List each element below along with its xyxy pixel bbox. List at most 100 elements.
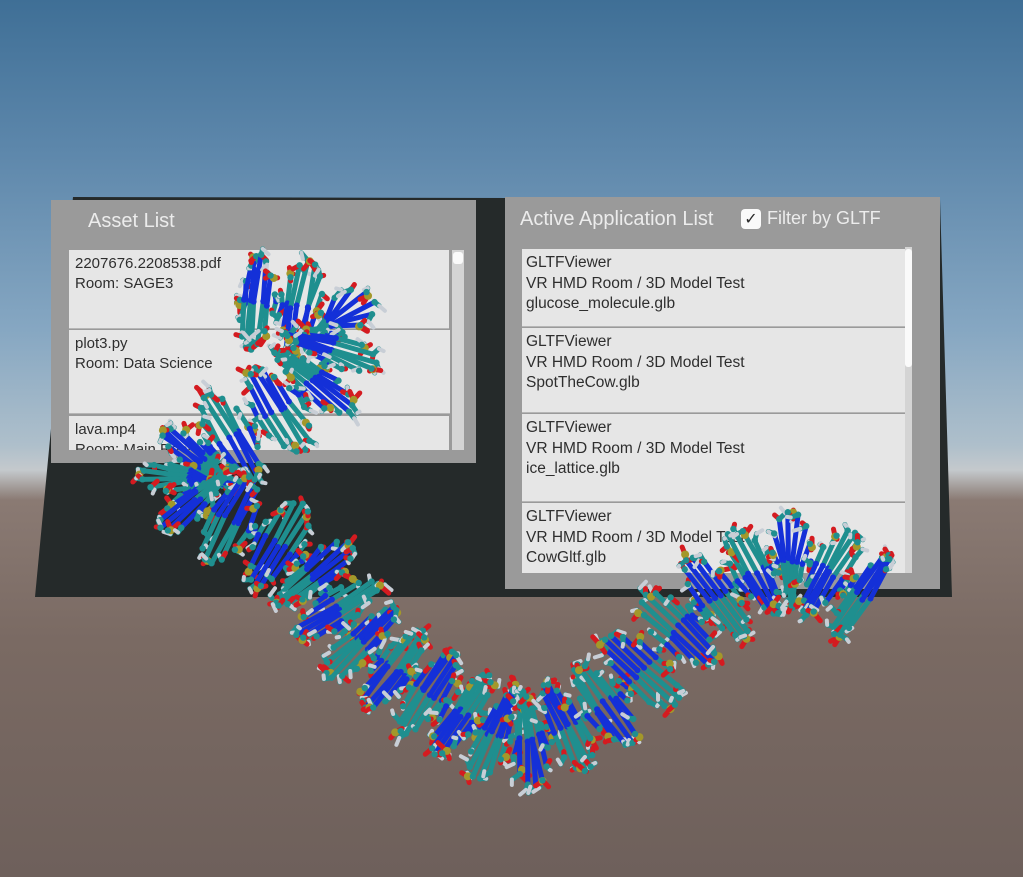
atom <box>675 653 683 661</box>
atom <box>726 560 734 567</box>
atom <box>208 559 215 567</box>
atom <box>261 327 268 335</box>
atom <box>226 434 233 441</box>
bond <box>459 684 465 694</box>
bond <box>249 497 260 505</box>
atom <box>812 560 819 567</box>
bond <box>262 464 270 474</box>
atom <box>794 558 801 565</box>
bond <box>260 480 268 486</box>
atom <box>723 543 731 550</box>
atom <box>711 650 718 657</box>
atom <box>859 596 866 603</box>
atom <box>822 599 829 606</box>
atom <box>589 751 596 759</box>
atom <box>303 380 310 387</box>
atom <box>685 602 692 610</box>
atom <box>228 466 236 473</box>
bond <box>693 552 703 559</box>
atom <box>675 622 682 629</box>
atom <box>438 750 446 757</box>
atom <box>682 557 690 564</box>
atom <box>378 657 385 664</box>
atom <box>700 558 708 566</box>
bond <box>201 388 212 395</box>
atom <box>218 556 225 563</box>
atom <box>275 311 283 319</box>
atom <box>557 724 564 731</box>
atom <box>262 518 269 526</box>
atom <box>358 341 365 349</box>
atom <box>271 373 278 381</box>
atom <box>407 667 416 676</box>
bond <box>475 676 484 682</box>
atom <box>443 703 450 710</box>
bond <box>290 319 299 329</box>
atom <box>548 738 556 746</box>
bond <box>679 655 687 664</box>
atom <box>403 676 410 683</box>
bond <box>361 594 369 605</box>
atom <box>219 395 226 403</box>
atom <box>647 628 655 636</box>
bond <box>368 663 377 669</box>
atom <box>464 731 472 738</box>
atom <box>607 660 614 667</box>
bond <box>256 472 263 480</box>
atom <box>197 404 205 412</box>
atom <box>375 648 383 656</box>
atom <box>280 442 288 450</box>
bond <box>142 461 149 468</box>
atom <box>796 576 803 584</box>
atom <box>262 532 269 539</box>
atom <box>699 602 706 609</box>
bond <box>150 487 157 496</box>
atom <box>309 377 316 384</box>
atom <box>268 575 275 583</box>
bond <box>267 586 278 598</box>
atom <box>384 663 391 670</box>
vr-scene: Asset List 2207676.2208538.pdf Room: SAG… <box>0 0 1023 877</box>
atom <box>454 688 462 696</box>
atom <box>370 704 377 711</box>
atom <box>316 273 324 280</box>
atom <box>247 370 255 378</box>
atom <box>164 527 172 534</box>
atom <box>241 296 248 303</box>
atom <box>338 365 345 373</box>
atom <box>267 272 274 279</box>
bond <box>308 529 315 536</box>
bond <box>580 754 587 763</box>
atom <box>199 545 206 552</box>
atom <box>421 634 428 641</box>
atom <box>745 570 752 577</box>
bond <box>860 537 867 542</box>
atom <box>221 512 228 519</box>
dna-molecule-model[interactable] <box>0 0 1023 877</box>
atom <box>712 595 719 602</box>
atom <box>157 524 164 531</box>
atom <box>523 693 530 700</box>
bond <box>325 362 336 370</box>
atom <box>595 640 604 649</box>
atom <box>448 677 456 685</box>
bond <box>352 416 360 427</box>
atom <box>485 672 493 679</box>
bond <box>305 608 314 616</box>
atom <box>292 339 300 346</box>
atom <box>587 763 594 770</box>
atom <box>194 515 201 522</box>
atom <box>739 527 746 535</box>
atom <box>321 405 328 412</box>
atom <box>262 413 269 420</box>
atom <box>601 636 609 643</box>
atom <box>664 641 671 648</box>
bond <box>284 438 290 445</box>
atom <box>257 251 265 258</box>
atom <box>776 515 783 523</box>
atom <box>509 698 517 705</box>
bond <box>202 414 212 421</box>
atom <box>390 616 398 623</box>
bond <box>264 568 271 577</box>
atom <box>497 756 504 763</box>
